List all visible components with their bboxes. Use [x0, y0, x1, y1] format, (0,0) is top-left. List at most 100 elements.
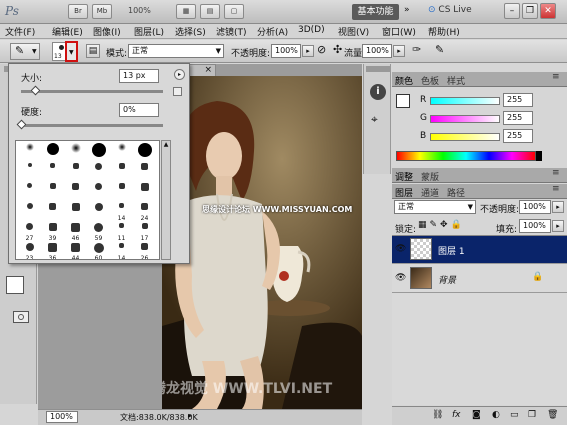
menu-layer[interactable]: 图层(L): [134, 25, 164, 38]
flow-slider-icon[interactable]: ▸: [393, 45, 405, 57]
restore-button[interactable]: ❐: [522, 3, 538, 19]
hardness-input[interactable]: 0%: [119, 103, 159, 117]
delete-layer-icon[interactable]: 🗑: [547, 410, 558, 420]
adjustment-layer-icon[interactable]: ◐: [492, 410, 500, 420]
r-slider[interactable]: [430, 97, 500, 105]
color-spectrum-bar[interactable]: [396, 151, 536, 161]
brush-preset[interactable]: [41, 202, 64, 222]
layer-opacity-input[interactable]: 100%: [519, 200, 551, 214]
brush-preset[interactable]: [18, 142, 41, 162]
brush-preset[interactable]: [64, 182, 87, 202]
tool-preset-picker[interactable]: ✎ ▼: [10, 43, 40, 60]
zoom-level[interactable]: 100%: [128, 6, 151, 15]
menu-filter[interactable]: 滤镜(T): [216, 25, 247, 38]
close-document-icon[interactable]: ×: [204, 65, 212, 75]
brush-preset[interactable]: 14: [110, 242, 133, 259]
quick-mask-icon[interactable]: [13, 311, 29, 323]
layer-row[interactable]: 👁 背景 🔒: [392, 265, 567, 293]
brush-preset[interactable]: 36: [41, 242, 64, 259]
brush-preset[interactable]: 59: [87, 222, 110, 242]
tab-masks[interactable]: 蒙版: [421, 170, 439, 183]
brush-preset[interactable]: [133, 162, 156, 182]
tab-paths[interactable]: 路径: [447, 186, 465, 199]
brush-preset[interactable]: 39: [41, 222, 64, 242]
brush-preset[interactable]: [64, 202, 87, 222]
view-extras-icon[interactable]: ▦: [176, 4, 196, 19]
g-input[interactable]: 255: [503, 111, 533, 125]
picker-menu-icon[interactable]: ▸: [174, 69, 185, 80]
menu-analysis[interactable]: 分析(A): [257, 25, 288, 38]
zoom-input[interactable]: 100%: [46, 411, 78, 423]
brush-preset[interactable]: [133, 182, 156, 202]
size-slider-knob[interactable]: [30, 85, 41, 96]
brush-preset[interactable]: 60: [87, 242, 110, 259]
g-slider[interactable]: [430, 115, 500, 123]
info-icon[interactable]: i: [370, 84, 386, 100]
panel-menu-icon[interactable]: ≡: [552, 168, 560, 178]
workspace-chevron-icon[interactable]: »: [404, 5, 410, 15]
tab-styles[interactable]: 样式: [447, 74, 465, 87]
new-layer-icon[interactable]: ❐: [528, 410, 536, 420]
brush-preset[interactable]: [41, 142, 64, 162]
minimize-button[interactable]: –: [504, 3, 520, 19]
brush-preset[interactable]: [64, 162, 87, 182]
brush-picker-toggle[interactable]: ▼: [65, 41, 78, 62]
panel-menu-icon[interactable]: ≡: [552, 184, 560, 194]
brush-preset[interactable]: [110, 142, 133, 162]
airbrush-icon[interactable]: ✣: [333, 43, 342, 56]
brush-preset[interactable]: 23: [18, 242, 41, 259]
menu-image[interactable]: 图像(I): [93, 25, 121, 38]
brush-preset[interactable]: 27: [18, 222, 41, 242]
brush-preset[interactable]: 46: [64, 222, 87, 242]
document-canvas[interactable]: 思缘设计论坛 WWW.MISSYUAN.COM 腾龙视觉 WWW.TLVI.NE…: [162, 76, 362, 409]
fill-slider-icon[interactable]: ▸: [552, 220, 564, 232]
foreground-color-swatch[interactable]: [6, 276, 24, 294]
menu-window[interactable]: 窗口(W): [382, 25, 416, 38]
brush-preset[interactable]: [41, 182, 64, 202]
close-button[interactable]: ✕: [540, 3, 556, 19]
r-input[interactable]: 255: [503, 93, 533, 107]
spectrum-black[interactable]: [536, 151, 542, 161]
menu-help[interactable]: 帮助(H): [428, 25, 460, 38]
workspace-button[interactable]: 基本功能: [352, 4, 399, 20]
fill-input[interactable]: 100%: [519, 219, 551, 233]
brush-preset[interactable]: [64, 142, 87, 162]
brush-preset[interactable]: [110, 162, 133, 182]
layer-opacity-slider-icon[interactable]: ▸: [552, 201, 564, 213]
screen-mode-icon[interactable]: ▢: [224, 4, 244, 19]
tab-layers[interactable]: 图层: [395, 186, 413, 199]
brush-preset[interactable]: [87, 182, 110, 202]
brush-preset[interactable]: [41, 162, 64, 182]
tab-color[interactable]: 颜色: [395, 74, 413, 87]
status-menu-icon[interactable]: ▸: [188, 411, 192, 420]
brush-preset[interactable]: [18, 162, 41, 182]
brush-grid-scrollbar[interactable]: ▲: [161, 140, 171, 260]
flow-input[interactable]: 100%: [362, 44, 392, 58]
brush-preset[interactable]: 24: [133, 202, 156, 222]
pressure-size-icon[interactable]: ✎: [435, 43, 444, 56]
tab-adjustments[interactable]: 调整: [395, 170, 413, 183]
new-group-icon[interactable]: ▭: [510, 410, 519, 420]
brush-preset[interactable]: [87, 162, 110, 182]
mode-select[interactable]: 正常 ▼: [128, 44, 224, 58]
brush-panel-icon[interactable]: ▤: [86, 44, 100, 58]
brush-preset[interactable]: [18, 202, 41, 222]
color-fg-swatch[interactable]: [396, 94, 410, 108]
brush-preset[interactable]: 26: [133, 242, 156, 259]
brush-preset-grid[interactable]: 14 24 27 39 46 59 11 17 23 36 44 60 14 26: [15, 140, 160, 260]
add-mask-icon[interactable]: ◙: [472, 410, 481, 420]
brush-preset[interactable]: [87, 202, 110, 222]
layer-row[interactable]: 👁 图层 1: [392, 236, 567, 264]
b-slider[interactable]: [430, 133, 500, 141]
brush-preset[interactable]: [133, 142, 156, 162]
menu-select[interactable]: 选择(S): [175, 25, 206, 38]
pressure-opacity-icon[interactable]: ⊘: [317, 43, 326, 56]
opacity-input[interactable]: 100%: [271, 44, 301, 58]
menu-3d[interactable]: 3D(D): [298, 25, 325, 35]
cs-live-button[interactable]: ⊙ CS Live: [428, 5, 472, 15]
menu-view[interactable]: 视图(V): [338, 25, 369, 38]
menu-edit[interactable]: 编辑(E): [52, 25, 83, 38]
visibility-eye-icon[interactable]: 👁: [395, 244, 406, 254]
hardness-slider-knob[interactable]: [16, 119, 27, 130]
tool-presets-icon[interactable]: ⌖: [371, 112, 378, 127]
